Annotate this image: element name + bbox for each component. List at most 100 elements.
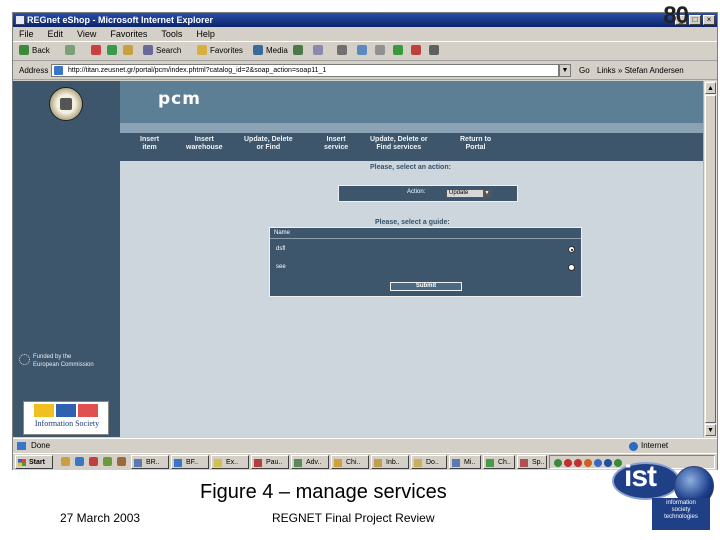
tools-extra-button[interactable] [429,42,442,60]
tray-antivirus-icon[interactable] [564,459,572,467]
window-title: REGnet eShop - Microsoft Internet Explor… [27,15,214,25]
table-row: dsfl [270,241,581,259]
tray-alert-icon[interactable] [574,459,582,467]
media-button[interactable]: Media [253,42,288,60]
task-item[interactable]: Ch.. [483,455,515,469]
maximize-button[interactable]: □ [689,15,701,25]
home-button[interactable] [123,42,136,60]
menu-tools[interactable]: Tools [161,27,182,41]
tray-lan-icon[interactable] [604,459,612,467]
menu-view[interactable]: View [77,27,96,41]
quicklaunch-ie-icon[interactable] [75,457,84,466]
mail-button[interactable] [313,42,326,60]
quicklaunch-media-icon[interactable] [103,457,112,466]
messenger-button[interactable] [393,42,406,60]
forward-arrow-icon [65,45,75,55]
forward-button[interactable] [65,42,78,60]
task-item[interactable]: Ex.. [211,455,249,469]
page-icon [54,66,63,75]
print-icon [337,45,347,55]
ie-icon [15,15,25,25]
start-button[interactable]: Start [15,455,53,469]
tray-messenger-icon[interactable] [594,459,602,467]
back-button[interactable]: Back [19,42,50,60]
task-item[interactable]: Adv.. [291,455,329,469]
security-zone: Internet [629,439,668,453]
chevron-down-icon: ▼ [483,190,491,197]
links-button[interactable]: Links » Stefan Andersen [597,62,684,80]
nav-bar: Insert item Insert warehouse Update, Del… [120,133,703,161]
header-divider [120,123,703,133]
scroll-up-button[interactable]: ▲ [705,82,716,94]
service-radio[interactable] [568,264,575,271]
stop-button[interactable] [91,42,104,60]
nav-insert-warehouse[interactable]: Insert warehouse [186,136,223,152]
ist-society-icons [34,404,100,418]
menu-edit[interactable]: Edit [48,27,64,41]
favorites-star-icon [197,45,207,55]
service-radio[interactable] [568,246,575,253]
nav-return-to-portal[interactable]: Return to Portal [460,136,491,152]
action-select[interactable]: Update ▼ [446,189,492,198]
figure-caption: Figure 4 – manage services [200,481,447,503]
quicklaunch-outlook-icon[interactable] [89,457,98,466]
search-button[interactable]: Search [143,42,181,60]
task-item[interactable]: BF.. [171,455,209,469]
menu-bar: File Edit View Favorites Tools Help [13,27,717,41]
edit-button[interactable] [357,42,370,60]
table-row: see [270,259,581,277]
favorites-button[interactable]: Favorites [197,42,243,60]
address-url: http://titan.zeusnet.gr/portal/pcm/index… [68,67,327,74]
nav-update-delete-find[interactable]: Update, Delete or Find [244,136,293,152]
task-item[interactable]: Sp.. [517,455,547,469]
nav-insert-service[interactable]: Insert service [324,136,348,152]
select-action-label: Please, select an action: [370,164,451,171]
refresh-icon [107,45,117,55]
sidebar: Funded by the European Commission Inform… [13,81,120,437]
ist-tagline: information society technologies [652,498,710,530]
nav-update-delete-find-services[interactable]: Update, Delete or Find services [370,136,428,152]
print-button[interactable] [337,42,350,60]
ist-logo: ist information society technologies [612,460,718,530]
action-panel: Action: Update ▼ [338,185,518,202]
task-item[interactable]: Do.. [411,455,447,469]
back-label: Back [32,46,50,55]
research-button[interactable] [411,42,424,60]
favorites-label: Favorites [210,46,243,55]
tools-extra-icon [429,45,439,55]
eu-flag-icon [19,354,30,365]
menu-favorites[interactable]: Favorites [110,27,147,41]
toolbar: Back Search Favorites Media [13,41,717,61]
mail-icon [313,45,323,55]
history-icon [293,45,303,55]
vertical-scrollbar[interactable]: ▲ ▼ [703,81,717,437]
page-viewport: Funded by the European Commission Inform… [13,81,703,437]
address-input[interactable]: http://titan.zeusnet.gr/portal/pcm/index… [51,64,559,77]
quicklaunch-extra-icon[interactable] [117,457,126,466]
task-item[interactable]: BR.. [131,455,169,469]
service-name: dsfl [276,246,286,252]
menu-help[interactable]: Help [196,27,215,41]
browser-window: REGnet eShop - Microsoft Internet Explor… [12,12,718,470]
scroll-down-button[interactable]: ▼ [705,424,716,436]
history-button[interactable] [293,42,306,60]
go-button[interactable]: Go [579,62,590,80]
search-label: Search [156,46,182,55]
refresh-button[interactable] [107,42,120,60]
address-dropdown-button[interactable]: ▼ [559,64,571,77]
nav-insert-item[interactable]: Insert item [140,136,159,152]
tray-update-icon[interactable] [584,459,592,467]
task-item[interactable]: Pau.. [251,455,289,469]
task-item[interactable]: Inb.. [371,455,409,469]
task-item[interactable]: Mi.. [449,455,481,469]
messenger-icon [393,45,403,55]
tray-network-icon[interactable] [554,459,562,467]
scroll-thumb[interactable] [705,95,716,423]
submit-button[interactable]: Submit [390,282,462,291]
close-button[interactable]: × [703,15,715,25]
task-item[interactable]: Chi.. [331,455,369,469]
menu-file[interactable]: File [19,27,34,41]
information-society-logo[interactable]: Information Society [23,401,109,435]
discuss-button[interactable] [375,42,388,60]
quicklaunch-desktop-icon[interactable] [61,457,70,466]
